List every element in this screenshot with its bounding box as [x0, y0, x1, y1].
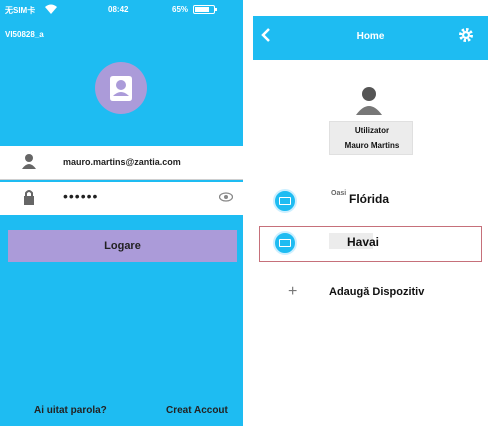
user-name: Mauro Martins	[344, 141, 400, 150]
page-title: Home	[356, 31, 385, 42]
wifi-icon	[45, 4, 57, 14]
lock-icon	[24, 190, 34, 205]
login-button[interactable]: Logare	[8, 230, 237, 262]
eye-icon[interactable]	[219, 192, 233, 202]
device-ac-icon[interactable]	[273, 231, 297, 255]
login-screen: 无SIM卡 08:42 65% VI50828_a mauro.martins@…	[0, 0, 243, 426]
clock: 08:42	[108, 5, 129, 14]
user-icon	[22, 154, 36, 169]
battery-percent: 65%	[172, 5, 189, 14]
device-ac-icon[interactable]	[273, 189, 297, 213]
user-name-box[interactable]: Utilizator Mauro Martins	[329, 121, 413, 155]
add-device-label[interactable]: Adaugă Dispozitiv	[329, 286, 424, 298]
username-value: mauro.martins@zantia.com	[63, 157, 181, 167]
user-label: Utilizator	[354, 126, 390, 135]
nav-bar: Home	[253, 16, 488, 60]
user-icon	[110, 76, 132, 101]
user-avatar	[95, 62, 147, 114]
create-account-link[interactable]: Creat Accout	[166, 405, 228, 416]
forgot-password-link[interactable]: Ai uitat parola?	[34, 405, 107, 416]
password-value: ••••••	[63, 188, 99, 204]
plus-icon[interactable]: +	[288, 283, 297, 301]
status-bar: 无SIM卡 08:42 65%	[0, 0, 243, 20]
wifi-ssid: VI50828_a	[5, 30, 44, 39]
home-screen: Home Utilizator Mauro Martins Oasi Flóri…	[253, 0, 488, 426]
profile-avatar-icon[interactable]	[356, 85, 382, 115]
device-name-havai[interactable]: Havai	[329, 235, 397, 249]
battery-icon	[193, 5, 217, 14]
device-name-florida[interactable]: Flórida	[349, 192, 389, 206]
username-field[interactable]: mauro.martins@zantia.com	[0, 146, 243, 180]
gear-icon[interactable]	[458, 27, 474, 43]
device-tag: Oasi	[331, 190, 347, 197]
carrier-label: 无SIM卡	[5, 6, 36, 15]
password-field[interactable]: ••••••	[0, 182, 243, 215]
